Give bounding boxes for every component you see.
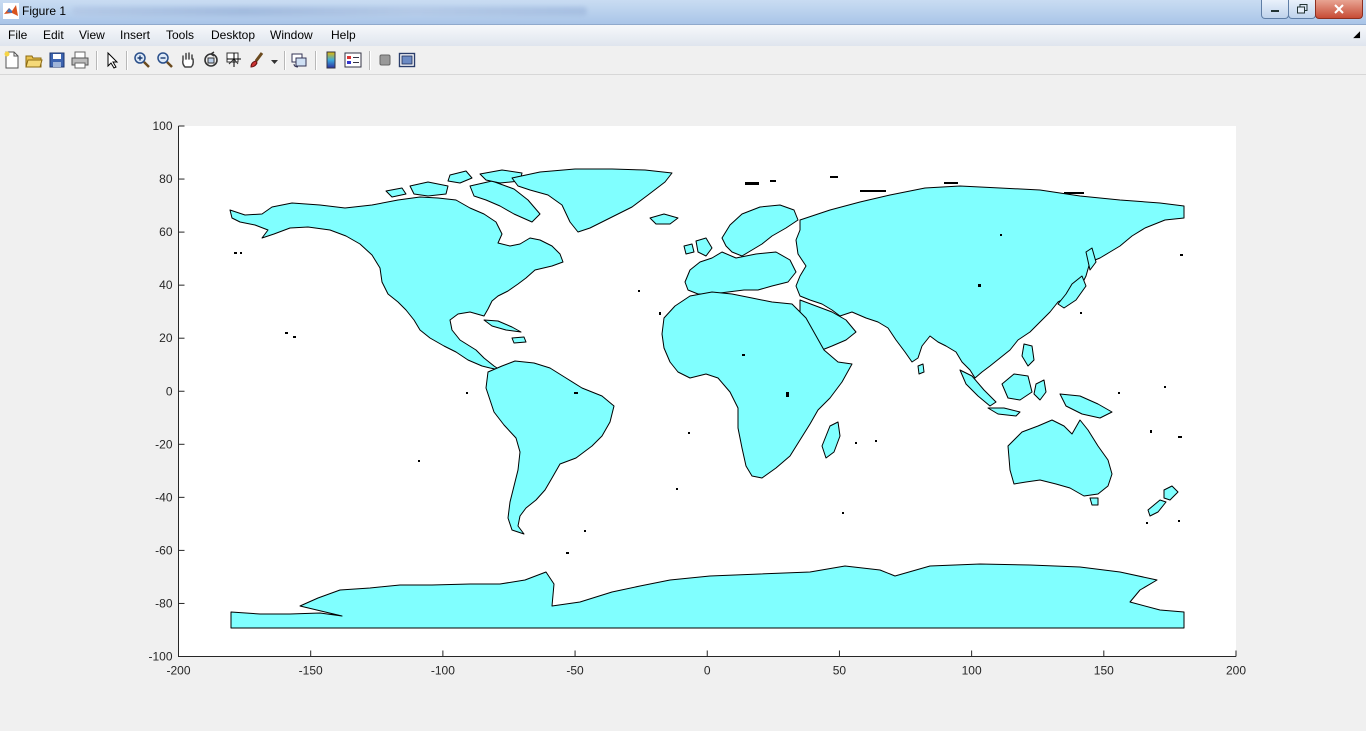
window-title: Figure 1 [22,4,67,18]
edit-plot-arrow-icon[interactable] [103,51,121,69]
insert-colorbar-icon[interactable] [322,51,340,69]
y-tick-label: 100 [152,119,172,133]
toolbar-separator [284,51,286,70]
y-tick-label: -80 [155,596,173,610]
y-tick-label: 20 [159,331,173,345]
menu-view[interactable]: View [79,28,105,42]
land-tasmania [1089,497,1099,506]
restore-button[interactable] [1288,0,1316,19]
y-tick-label: -60 [155,543,173,557]
print-icon[interactable] [71,51,89,69]
figure-toolbar [0,47,1366,75]
x-tick-label: 150 [1094,664,1114,678]
hide-plot-tools-icon[interactable] [376,51,394,69]
toolbar-separator [96,51,98,70]
dock-arrow-icon[interactable]: ◢ [1353,29,1360,40]
y-tick-label: 80 [159,172,173,186]
toolbar-separator [315,51,317,70]
link-plot-icon[interactable] [290,51,308,69]
minimize-button[interactable] [1261,0,1289,19]
y-tick-label: 60 [159,225,173,239]
zoom-out-icon[interactable] [156,51,174,69]
brush-dropdown-icon[interactable] [270,51,279,69]
x-tick-label: -150 [299,664,323,678]
window-title-bar: Figure 1 [0,0,1366,25]
show-plot-tools-icon[interactable] [398,51,416,69]
land-hispaniola [511,336,527,344]
x-tick-label: -50 [566,664,584,678]
pan-hand-icon[interactable] [179,51,197,69]
insert-legend-icon[interactable] [344,51,362,69]
menu-file[interactable]: File [8,28,27,42]
land-ireland [683,243,695,255]
x-tick-label: -100 [431,664,455,678]
land-sri-lanka [917,363,925,375]
menu-desktop[interactable]: Desktop [211,28,255,42]
close-button[interactable] [1315,0,1363,19]
toolbar-separator [126,51,128,70]
y-tick-label: -20 [155,437,173,451]
y-tick-label: 40 [159,278,173,292]
open-file-icon[interactable] [25,51,43,69]
zoom-in-icon[interactable] [133,51,151,69]
data-cursor-icon[interactable] [225,51,243,69]
restore-icon [1296,4,1307,14]
y-tick-label: -40 [155,490,173,504]
minimize-icon [1271,10,1279,12]
figure-canvas: -200 -150 -100 -50 0 50 100 150 200 100 80 60 40 20 0… [0,75,1366,728]
menu-edit[interactable]: Edit [43,28,64,42]
window-title-redacted [72,7,587,16]
rotate-3d-icon[interactable] [202,51,220,69]
matlab-logo-icon [3,3,19,19]
close-icon [1334,4,1344,14]
x-tick-label: -200 [166,664,190,678]
x-tick-label: 100 [962,664,982,678]
menu-bar: File Edit View Insert Tools Desktop Wind… [0,25,1366,46]
menu-window[interactable]: Window [270,28,313,42]
x-tick-label: 0 [704,664,711,678]
menu-insert[interactable]: Insert [120,28,150,42]
menu-tools[interactable]: Tools [166,28,194,42]
x-tick-label: 50 [833,664,847,678]
y-tick-label: -100 [148,650,172,664]
toolbar-separator [369,51,371,70]
new-figure-icon[interactable] [3,51,21,69]
brush-icon[interactable] [248,51,266,69]
menu-help[interactable]: Help [331,28,356,42]
x-tick-label: 200 [1226,664,1246,678]
world-map-axes[interactable]: -200 -150 -100 -50 0 50 100 150 200 100806040200… [0,75,1366,728]
y-tick-label: 0 [166,384,173,398]
save-icon[interactable] [48,51,66,69]
